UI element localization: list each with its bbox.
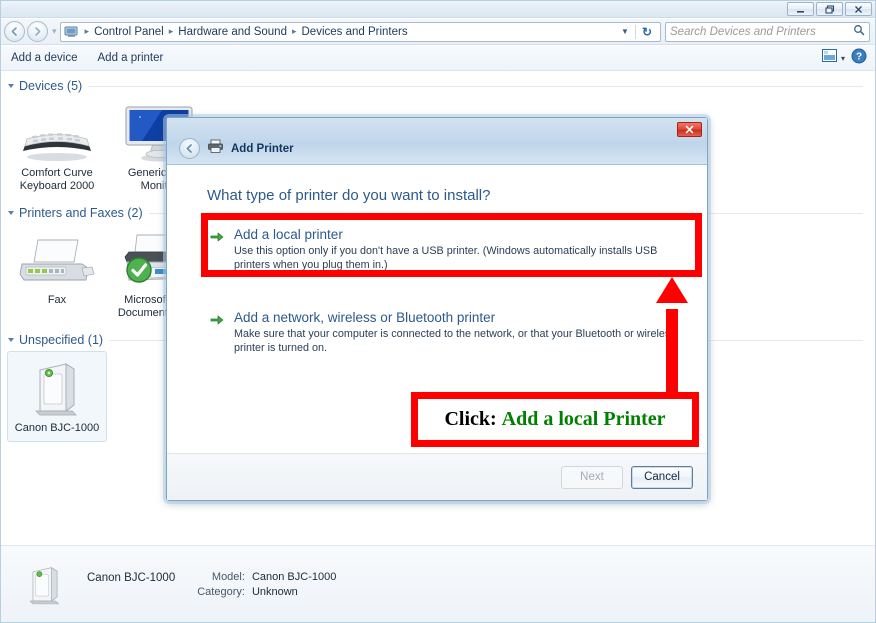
dialog-question: What type of printer do you want to inst…	[207, 187, 491, 204]
chevron-collapse-icon[interactable]	[8, 338, 14, 342]
unspecified-device-icon	[21, 558, 69, 610]
window-titlebar	[1, 1, 875, 18]
back-button[interactable]	[4, 21, 25, 42]
device-item-fax[interactable]: Fax	[7, 224, 107, 326]
change-view-button[interactable]: ▾	[816, 49, 851, 67]
group-header-devices[interactable]: Devices (5)	[1, 72, 875, 97]
search-box[interactable]: Search Devices and Printers	[665, 21, 870, 42]
details-device-name: Canon BJC-1000	[87, 571, 176, 584]
dialog-close-button[interactable]	[677, 122, 702, 137]
chevron-down-icon[interactable]: ▼	[617, 27, 635, 36]
forward-button[interactable]	[27, 21, 48, 42]
add-a-printer-button[interactable]: Add a printer	[88, 49, 174, 67]
breadcrumb-separator: ▸	[84, 26, 90, 36]
dialog-header-left: Add Printer	[179, 138, 294, 159]
maximize-restore-button[interactable]	[816, 2, 843, 16]
command-bar: Add a device Add a printer ▾ ?	[1, 46, 875, 71]
chevron-collapse-icon[interactable]	[8, 84, 14, 88]
search-icon[interactable]	[853, 24, 865, 39]
group-divider	[88, 85, 863, 87]
keyboard-icon	[9, 101, 105, 163]
breadcrumb-item-hardware-and-sound[interactable]: Hardware and Sound	[176, 26, 289, 38]
dialog-option-add-a-network-wireless-or-bluetooth-printer[interactable]: Add a network, wireless or Bluetooth pri…	[210, 310, 707, 355]
dialog-back-button[interactable]	[179, 138, 200, 159]
details-field-list: Model: Canon BJC-1000 Category: Unknown	[197, 571, 336, 598]
details-text: Canon BJC-1000 Model: Canon BJC-1000 Cat…	[87, 571, 336, 598]
add-a-device-button[interactable]: Add a device	[1, 49, 88, 67]
annotation-arrow-icon	[655, 277, 689, 394]
green-arrow-icon	[210, 227, 224, 248]
annotation-callout-box: Click: Add a local Printer	[411, 392, 699, 447]
device-item-canon-bjc-1000[interactable]: Canon BJC-1000	[7, 351, 107, 442]
details-value-model: Canon BJC-1000	[251, 570, 337, 583]
group-label-printers-and-faxes: Printers and Faxes (2)	[19, 206, 143, 220]
breadcrumb-separator: ▸	[291, 26, 297, 36]
group-label-unspecified: Unspecified (1)	[19, 333, 104, 347]
annotation-callout-text: Click: Add a local Printer	[444, 408, 665, 431]
device-label: Comfort Curve Keyboard 2000	[19, 167, 95, 192]
svg-text:?: ?	[856, 51, 862, 62]
dialog-option-text-block: Add a network, wireless or Bluetooth pri…	[234, 310, 684, 355]
computer-icon	[64, 24, 80, 39]
chevron-collapse-icon[interactable]	[8, 211, 14, 215]
breadcrumb-item-devices-and-printers[interactable]: Devices and Printers	[300, 26, 410, 38]
cancel-button[interactable]: Cancel	[631, 465, 693, 489]
dialog-option-description: Make sure that your computer is connecte…	[234, 328, 676, 354]
screen: ▾ ▸ Control Panel ▸ Hardware and Sound ▸…	[0, 0, 876, 623]
dialog-title-printer-icon	[207, 139, 224, 159]
dialog-option-title[interactable]: Add a network, wireless or Bluetooth pri…	[234, 310, 684, 325]
breadcrumb-item-control-panel[interactable]: Control Panel	[92, 26, 166, 38]
next-button[interactable]: Next	[561, 465, 623, 489]
close-button[interactable]	[845, 2, 872, 16]
group-label-devices: Devices (5)	[19, 79, 83, 93]
chevron-down-icon[interactable]: ▾	[841, 54, 845, 63]
details-key-category: Category:	[197, 585, 245, 598]
dialog-option-description: Use this option only if you don't have a…	[234, 245, 658, 271]
view-icon	[821, 49, 837, 67]
search-input[interactable]: Search Devices and Printers	[670, 26, 853, 38]
details-key-model: Model:	[211, 570, 245, 583]
refresh-icon[interactable]: ↻	[634, 24, 658, 39]
history-dropdown-icon[interactable]: ▾	[52, 26, 57, 37]
device-label: Canon BJC-1000	[14, 422, 100, 434]
device-item-comfort-curve-keyboard-2000[interactable]: Comfort Curve Keyboard 2000	[7, 97, 107, 199]
device-label: Fax	[47, 294, 67, 306]
help-button[interactable]: ?	[851, 48, 867, 69]
dialog-option-add-a-local-printer[interactable]: Add a local printer Use this option only…	[210, 227, 707, 272]
dialog-title-text: Add Printer	[231, 142, 294, 155]
unspecified-device-icon	[10, 356, 104, 418]
address-bar[interactable]: ▸ Control Panel ▸ Hardware and Sound ▸ D…	[59, 21, 661, 42]
green-arrow-icon	[210, 310, 224, 331]
details-pane: Canon BJC-1000 Model: Canon BJC-1000 Cat…	[1, 545, 875, 622]
details-value-category: Unknown	[251, 585, 298, 598]
dialog-footer: Next Cancel	[167, 453, 707, 500]
breadcrumb-separator: ▸	[168, 26, 174, 36]
dialog-option-text-block: Add a local printer Use this option only…	[234, 227, 684, 272]
window-controls	[787, 2, 872, 16]
dialog-titlebar: Add Printer	[167, 118, 707, 165]
annotation-callout-target: Add a local Printer	[501, 408, 666, 430]
minimize-button[interactable]	[787, 2, 814, 16]
dialog-option-title[interactable]: Add a local printer	[234, 227, 684, 242]
address-bar-row: ▾ ▸ Control Panel ▸ Hardware and Sound ▸…	[1, 19, 875, 45]
annotation-callout-prefix: Click:	[444, 408, 497, 430]
fax-icon	[9, 228, 105, 290]
